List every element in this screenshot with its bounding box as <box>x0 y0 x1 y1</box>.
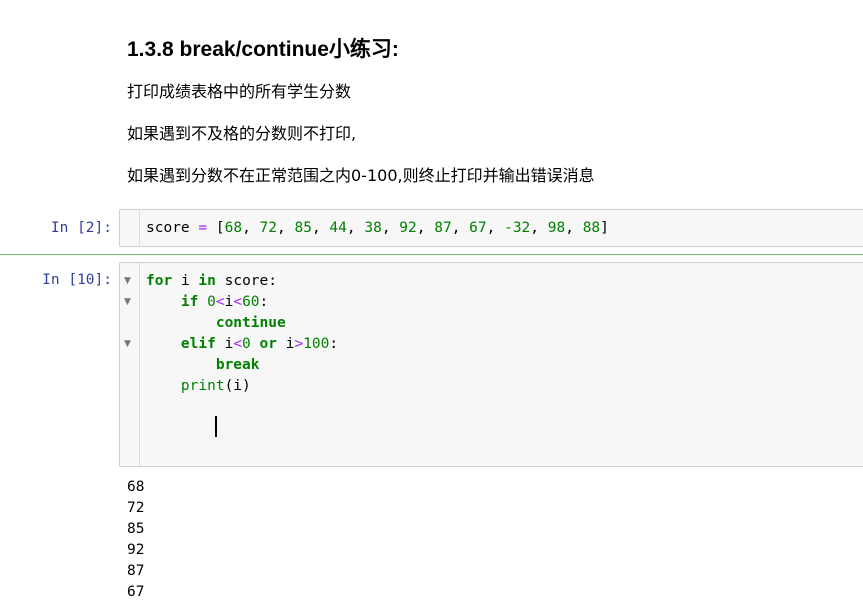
output-line: 92 <box>127 542 145 558</box>
text-cursor <box>215 416 217 437</box>
code-token: : <box>259 294 269 310</box>
cell-1-code[interactable]: score = [68, 72, 85, 44, 38, 92, 87, 67,… <box>146 218 609 239</box>
cell-2-gutter: ▼ ▼ ▼ <box>120 263 140 466</box>
code-token: 38 <box>364 220 382 236</box>
code-token: 44 <box>329 220 347 236</box>
code-token: (i) <box>224 378 251 394</box>
code-token: < <box>233 336 243 352</box>
code-cell-2[interactable]: ▼ ▼ ▼ for i in score: if 0<i<60: continu… <box>119 262 863 467</box>
output-line: 85 <box>127 521 145 537</box>
code-token: 0 <box>207 294 216 310</box>
output-line: 72 <box>127 500 145 516</box>
code-token: ] <box>600 220 609 236</box>
code-token: 72 <box>259 220 277 236</box>
code-token: 85 <box>294 220 312 236</box>
code-token: continue <box>215 315 286 331</box>
code-token: in <box>198 273 216 289</box>
code-token: < <box>233 294 243 310</box>
code-token: i <box>224 336 234 352</box>
cell-1-gutter <box>120 210 140 246</box>
paragraph-3: 如果遇到分数不在正常范围之内0-100,则终止打印并输出错误消息 <box>127 166 595 185</box>
code-token: 98 <box>547 220 566 236</box>
cell-2-prompt: In [10]: <box>42 272 112 288</box>
code-token: [ <box>215 220 225 236</box>
code-token: < <box>215 294 225 310</box>
cell-2-output: 68 72 85 92 87 67 <box>127 477 144 603</box>
code-token: 0 <box>242 336 251 352</box>
selected-cell-indicator <box>0 254 863 255</box>
paragraph-1: 打印成绩表格中的所有学生分数 <box>127 82 352 101</box>
code-token: score <box>146 220 190 236</box>
code-token: print <box>180 378 225 394</box>
code-token: for <box>146 273 173 289</box>
cell-1-prompt: In [2]: <box>50 220 112 236</box>
code-token: score: <box>224 273 277 289</box>
code-token: > <box>294 336 304 352</box>
code-token: -32 <box>504 220 531 236</box>
code-token: break <box>215 357 260 373</box>
fold-arrow-icon[interactable]: ▼ <box>124 340 131 349</box>
output-line: 87 <box>127 563 145 579</box>
output-line: 67 <box>127 584 145 600</box>
section-heading: 1.3.8 break/continue小练习: <box>127 38 399 61</box>
code-token: or <box>259 336 277 352</box>
code-cell-1[interactable]: score = [68, 72, 85, 44, 38, 92, 87, 67,… <box>119 209 863 247</box>
code-token: 100 <box>303 336 330 352</box>
code-token: : <box>329 336 339 352</box>
code-token: 67 <box>469 220 487 236</box>
code-token: 60 <box>242 294 260 310</box>
output-line: 68 <box>127 479 145 495</box>
code-token: 88 <box>582 220 601 236</box>
fold-arrow-icon[interactable]: ▼ <box>124 277 131 286</box>
paragraph-2: 如果遇到不及格的分数则不打印, <box>127 124 357 143</box>
code-token: elif <box>180 336 216 352</box>
fold-arrow-icon[interactable]: ▼ <box>124 298 131 307</box>
cell-2-code[interactable]: for i in score: if 0<i<60: continue elif… <box>146 271 338 397</box>
code-token: 68 <box>224 220 243 236</box>
code-token: if <box>180 294 199 310</box>
code-token: = <box>198 220 208 236</box>
code-token: 87 <box>434 220 452 236</box>
code-token: i <box>180 273 190 289</box>
code-token: 92 <box>399 220 417 236</box>
